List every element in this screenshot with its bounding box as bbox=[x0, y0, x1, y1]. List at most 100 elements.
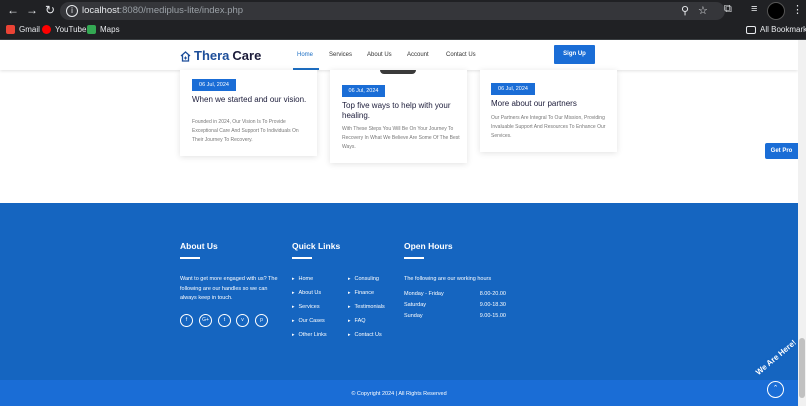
card-text: With These Steps You Will Be On Your Jou… bbox=[342, 126, 460, 150]
footer-link-label: Other Links bbox=[298, 332, 327, 338]
footer-link-other-links[interactable]: ▸ Other Links bbox=[292, 332, 327, 338]
zoom-icon[interactable]: ⚲ bbox=[681, 4, 689, 17]
logo-icon bbox=[180, 50, 191, 62]
youtube-icon bbox=[42, 25, 51, 34]
chevron-right-icon: ▸ bbox=[348, 276, 351, 282]
nav-home[interactable]: Home bbox=[297, 52, 313, 58]
card-title[interactable]: More about our partners bbox=[491, 99, 611, 109]
date-badge: 06 Jul, 2024 bbox=[342, 85, 385, 97]
chevron-right-icon: ▸ bbox=[292, 290, 295, 296]
footer-link-label: Home bbox=[298, 276, 314, 282]
footer-link-label: Contact Us bbox=[354, 332, 382, 338]
reload-icon[interactable]: ↻ bbox=[43, 3, 57, 17]
back-arrow-icon[interactable]: ← bbox=[6, 3, 20, 17]
chat-bubble-icon[interactable]: ⌃ bbox=[767, 381, 784, 398]
footer-link-label: Our Cases bbox=[298, 318, 325, 324]
chevron-right-icon: ▸ bbox=[292, 332, 295, 338]
footer-link-about-us[interactable]: ▸ About Us bbox=[292, 290, 321, 296]
nav-contact-us[interactable]: Contact Us bbox=[446, 52, 476, 58]
footer-hours-title: Open Hours bbox=[404, 241, 453, 251]
card-image bbox=[380, 70, 416, 74]
chevron-right-icon: ▸ bbox=[348, 304, 351, 310]
all-bookmarks-label: All Bookmarks bbox=[760, 25, 806, 34]
footer-link-label: About Us bbox=[298, 290, 322, 296]
site-footer bbox=[0, 203, 798, 380]
url-host: localhost bbox=[82, 5, 120, 16]
footer-link-faq[interactable]: ▸ FAQ bbox=[348, 318, 366, 324]
menu-kebab-icon[interactable]: ⋮ bbox=[792, 3, 803, 16]
chevron-right-icon: ▸ bbox=[348, 318, 351, 324]
chevron-right-icon: ▸ bbox=[348, 290, 351, 296]
footer-link-label: Services bbox=[298, 304, 320, 310]
all-bookmarks[interactable]: All Bookmarks bbox=[746, 25, 806, 34]
footer-link-testimonials[interactable]: ▸ Testimonials bbox=[348, 304, 385, 310]
footer-about-text: Want to get more engaged with us? The fo… bbox=[180, 276, 278, 301]
profile-avatar[interactable] bbox=[767, 2, 785, 20]
nav-services[interactable]: Services bbox=[329, 52, 352, 58]
facebook-icon[interactable]: f bbox=[180, 314, 193, 327]
twitter-icon[interactable]: t bbox=[218, 314, 231, 327]
date-badge: 06 Jul, 2024 bbox=[192, 79, 236, 91]
get-pro-button[interactable]: Get Pro bbox=[765, 143, 798, 159]
bookmark-maps[interactable]: Maps bbox=[87, 25, 120, 34]
bookmark-label: Gmail bbox=[19, 25, 40, 34]
vimeo-icon[interactable]: v bbox=[236, 314, 249, 327]
hours-row: Saturday 9.00-18.30 bbox=[404, 302, 506, 308]
url-path: :8080/mediplus-lite/index.php bbox=[119, 5, 244, 16]
chevron-right-icon: ▸ bbox=[292, 318, 295, 324]
footer-link-label: Testimonials bbox=[354, 304, 385, 310]
footer-link-services[interactable]: ▸ Services bbox=[292, 304, 320, 310]
bookmark-youtube[interactable]: YouTube bbox=[42, 25, 86, 34]
browser-toolbar: ← → ↻ i localhost:8080/mediplus-lite/ind… bbox=[0, 0, 806, 22]
logo-text-primary: Thera bbox=[194, 48, 230, 63]
folder-icon bbox=[746, 25, 756, 34]
bookmark-star-icon[interactable]: ☆ bbox=[698, 4, 708, 17]
footer-title-underline bbox=[292, 257, 312, 259]
footer-link-label: FAQ bbox=[354, 318, 366, 324]
forward-arrow-icon[interactable]: → bbox=[25, 3, 39, 17]
footer-link-label: Finance bbox=[354, 290, 375, 296]
sign-up-button[interactable]: Sign Up bbox=[554, 45, 595, 64]
copyright-bar: © Copyright 2024 | All Rights Reserved bbox=[0, 380, 798, 406]
chevron-right-icon: ▸ bbox=[348, 332, 351, 338]
footer-link-label: Consuling bbox=[354, 276, 379, 282]
footer-about-title: About Us bbox=[180, 241, 218, 251]
footer-hours-intro: The following are our working hours bbox=[404, 276, 492, 282]
card-title[interactable]: Top five ways to help with your healing. bbox=[342, 101, 460, 121]
hours-day: Monday - Friday bbox=[404, 291, 444, 297]
hours-time: 9.00-15.00 bbox=[479, 313, 506, 319]
hours-day: Saturday bbox=[404, 302, 427, 308]
bookmark-gmail[interactable]: Gmail bbox=[6, 25, 40, 34]
card-title[interactable]: When we started and our vision. bbox=[192, 95, 307, 105]
media-icon[interactable]: ≡ bbox=[751, 3, 757, 15]
card-text: Founded in 2024, Our Vision Is To Provid… bbox=[192, 119, 299, 143]
footer-link-finance[interactable]: ▸ Finance bbox=[348, 290, 374, 296]
nav-about-us[interactable]: About Us bbox=[367, 52, 392, 58]
bookmark-label: Maps bbox=[100, 25, 120, 34]
footer-link-consulting[interactable]: ▸ Consuling bbox=[348, 276, 379, 282]
maps-icon bbox=[87, 25, 96, 34]
pinterest-icon[interactable]: p bbox=[255, 314, 268, 327]
chevron-right-icon: ▸ bbox=[292, 276, 295, 282]
hours-time: 9.00-18.30 bbox=[479, 302, 506, 308]
site-info-icon[interactable]: i bbox=[66, 5, 78, 17]
card-text: Our Partners Are Integral To Our Mission… bbox=[491, 115, 606, 139]
gmail-icon bbox=[6, 25, 15, 34]
footer-links-title: Quick Links bbox=[292, 241, 341, 251]
logo-text-secondary: Care bbox=[232, 48, 262, 63]
url-text: localhost:8080/mediplus-lite/index.php bbox=[82, 5, 243, 16]
chevron-right-icon: ▸ bbox=[292, 304, 295, 310]
footer-title-underline bbox=[404, 257, 424, 259]
nav-account[interactable]: Account bbox=[407, 52, 429, 58]
hours-day: Sunday bbox=[404, 313, 423, 319]
scrollbar-thumb[interactable] bbox=[799, 338, 805, 398]
google-plus-icon[interactable]: G+ bbox=[199, 314, 212, 327]
address-bar[interactable]: i localhost:8080/mediplus-lite/index.php… bbox=[60, 2, 725, 20]
footer-link-contact-us[interactable]: ▸ Contact Us bbox=[348, 332, 382, 338]
footer-link-our-cases[interactable]: ▸ Our Cases bbox=[292, 318, 325, 324]
hours-row: Monday - Friday 8.00-20.00 bbox=[404, 291, 506, 297]
footer-link-home[interactable]: ▸ Home bbox=[292, 276, 313, 282]
site-header: Thera Care Home Services About Us Account… bbox=[0, 40, 798, 70]
site-logo[interactable]: Thera Care bbox=[180, 48, 261, 63]
extensions-icon[interactable]: ⧉ bbox=[724, 3, 732, 16]
